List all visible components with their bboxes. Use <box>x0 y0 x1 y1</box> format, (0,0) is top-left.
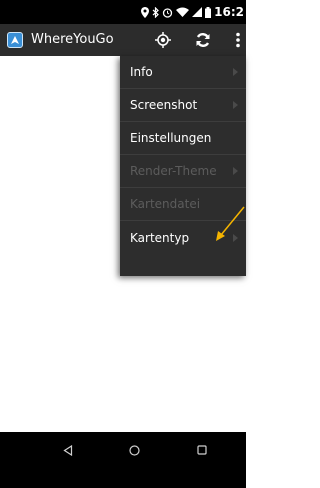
menu-item-label: Kartendatei <box>130 197 201 211</box>
app-logo-icon <box>7 32 23 48</box>
status-time: 16:2 <box>214 5 244 19</box>
back-icon[interactable] <box>56 438 80 462</box>
menu-item-info[interactable]: Info <box>120 56 246 89</box>
menu-item-label: Screenshot <box>130 98 198 112</box>
menu-item-render-theme: Render-Theme <box>120 155 246 188</box>
battery-icon <box>205 6 212 18</box>
overflow-menu-icon[interactable] <box>228 30 248 50</box>
submenu-arrow-icon <box>233 101 238 109</box>
annotation-arrow-icon <box>216 206 245 241</box>
action-bar: WhereYouGo <box>0 24 246 56</box>
location-icon <box>141 6 150 18</box>
status-icons: 16:2 <box>141 3 244 21</box>
refresh-icon[interactable] <box>193 30 213 50</box>
navigation-bar <box>0 432 246 488</box>
signal-icon <box>192 7 203 17</box>
submenu-arrow-icon <box>233 167 238 175</box>
submenu-arrow-icon <box>233 68 238 76</box>
app-title: WhereYouGo <box>31 32 114 47</box>
status-bar: 16:2 <box>0 0 246 24</box>
menu-item-label: Info <box>130 65 153 79</box>
gps-target-icon[interactable] <box>153 30 173 50</box>
menu-item-settings[interactable]: Einstellungen <box>120 122 246 155</box>
wifi-icon <box>176 7 190 17</box>
menu-item-label: Einstellungen <box>130 131 212 145</box>
menu-item-label: Kartentyp <box>130 230 190 245</box>
alarm-icon <box>162 7 173 18</box>
menu-item-screenshot[interactable]: Screenshot <box>120 89 246 122</box>
recents-icon[interactable] <box>190 438 214 462</box>
bluetooth-icon <box>152 6 160 18</box>
home-icon[interactable] <box>122 438 146 462</box>
menu-item-label: Render-Theme <box>130 164 217 178</box>
